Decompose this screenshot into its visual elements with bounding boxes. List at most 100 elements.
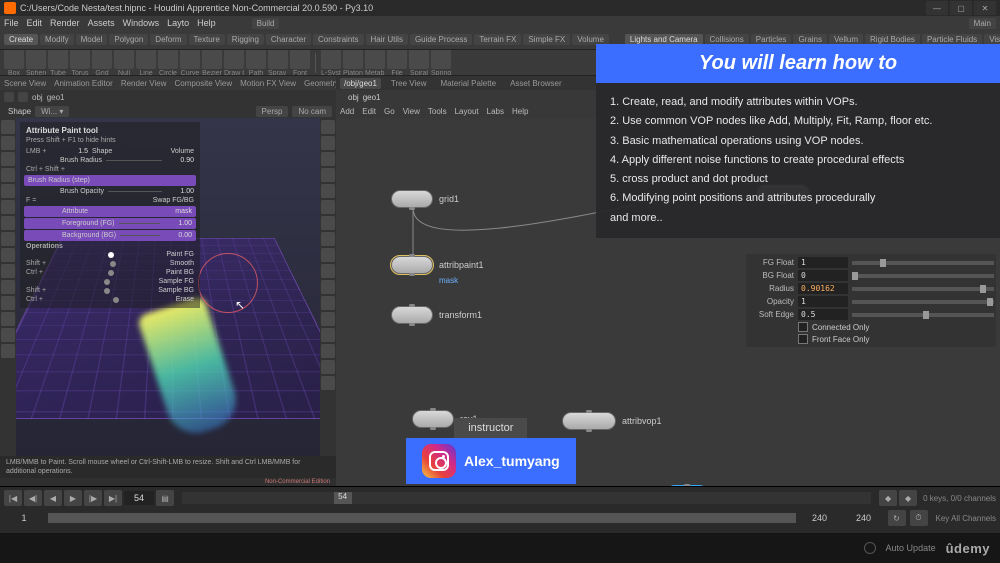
opacity-slider[interactable] — [852, 300, 994, 304]
scale-tool-icon[interactable] — [1, 168, 15, 182]
play-fwd-button[interactable]: ▶ — [64, 490, 82, 506]
pane-tab[interactable]: Render View — [121, 79, 167, 88]
nw-crumb[interactable]: obj — [348, 93, 359, 102]
timeline-track[interactable]: 54 — [182, 492, 871, 504]
tool-platonic-icon[interactable] — [343, 50, 363, 69]
nav-fwd-icon[interactable] — [18, 92, 28, 102]
pane-tab[interactable]: Motion FX View — [240, 79, 296, 88]
tool-lsystem-icon[interactable] — [321, 50, 341, 69]
network-tab[interactable]: Asset Browser — [506, 78, 566, 89]
select-tool-icon[interactable] — [1, 120, 15, 134]
vp-tool-icon[interactable] — [1, 296, 15, 310]
shelf-tab[interactable]: Constraints — [313, 34, 363, 45]
fg-float-slider[interactable] — [852, 261, 994, 265]
vp-tool-icon[interactable] — [1, 312, 15, 326]
auto-update-label[interactable]: Auto Update — [886, 543, 936, 553]
tool-tube-icon[interactable] — [48, 50, 68, 69]
softedge-field[interactable]: 0.5 — [798, 309, 848, 320]
display-option-icon[interactable] — [321, 184, 335, 198]
vp-dropdown[interactable]: Wi... ▾ — [35, 106, 69, 117]
tool-metaball-icon[interactable] — [365, 50, 385, 69]
range-slider[interactable] — [48, 513, 796, 523]
close-button[interactable]: ✕ — [974, 1, 996, 15]
persp-dropdown[interactable]: Persp — [256, 106, 289, 117]
bg-float-slider[interactable] — [852, 274, 994, 278]
display-option-icon[interactable] — [321, 328, 335, 342]
tool-spring-icon[interactable] — [431, 50, 451, 69]
shelf-tab[interactable]: Deform — [150, 34, 186, 45]
node-attribpaint1[interactable]: attribpaint1 mask — [391, 256, 484, 274]
realtime-icon[interactable]: ⏱ — [910, 510, 928, 526]
key-toggle-icon[interactable]: ◆ — [879, 490, 897, 506]
nw-menu[interactable]: Labs — [487, 107, 504, 116]
menu-edit[interactable]: Edit — [27, 18, 43, 28]
nw-menu[interactable]: Tools — [428, 107, 447, 116]
display-option-icon[interactable] — [321, 296, 335, 310]
tool-font-icon[interactable] — [290, 50, 310, 69]
display-option-icon[interactable] — [321, 344, 335, 358]
frame-picker-icon[interactable]: ▤ — [156, 490, 174, 506]
shelf-tab[interactable]: Texture — [189, 34, 225, 45]
crumb-obj[interactable]: obj — [32, 93, 43, 102]
display-option-icon[interactable] — [321, 200, 335, 214]
vp-tool-icon[interactable] — [1, 248, 15, 262]
network-tab[interactable]: Material Palette — [437, 78, 501, 89]
menu-help[interactable]: Help — [197, 18, 216, 28]
menu-layto[interactable]: Layto — [167, 18, 189, 28]
snap-icon[interactable] — [1, 184, 15, 198]
vp-tool-icon[interactable] — [1, 264, 15, 278]
tool-line-icon[interactable] — [136, 50, 156, 69]
pane-tab[interactable]: Scene View — [4, 79, 46, 88]
pane-tab[interactable]: Animation Editor — [54, 79, 113, 88]
radius-slider[interactable] — [852, 287, 994, 291]
tool-torus-icon[interactable] — [70, 50, 90, 69]
fg-float-field[interactable]: 1 — [798, 257, 848, 268]
brush-tool-icon[interactable] — [1, 200, 15, 214]
nw-menu[interactable]: Add — [340, 107, 354, 116]
front-face-checkbox[interactable] — [798, 334, 808, 344]
play-start-button[interactable]: |◀ — [4, 490, 22, 506]
current-frame-field[interactable]: 54 — [124, 491, 154, 505]
display-option-icon[interactable] — [321, 168, 335, 182]
range-start[interactable]: 1 — [4, 513, 44, 523]
nw-menu[interactable]: Go — [384, 107, 395, 116]
camera-dropdown[interactable]: No cam — [292, 106, 332, 117]
display-option-icon[interactable] — [321, 312, 335, 326]
shelf-tab[interactable]: Model — [76, 34, 108, 45]
shelf-tab[interactable]: Polygon — [109, 34, 148, 45]
network-tab[interactable]: /obj/geo1 — [340, 78, 381, 89]
tool-box-icon[interactable] — [4, 50, 24, 69]
node-transform1[interactable]: transform1 — [391, 306, 482, 324]
menu-render[interactable]: Render — [50, 18, 80, 28]
tool-sphere-icon[interactable] — [26, 50, 46, 69]
node-grid1[interactable]: grid1 — [391, 190, 459, 208]
vp-tool-icon[interactable] — [1, 328, 15, 342]
shelf-tab[interactable]: Terrain FX — [474, 34, 521, 45]
display-option-icon[interactable] — [321, 360, 335, 374]
move-tool-icon[interactable] — [1, 136, 15, 150]
key-all-label[interactable]: Key All Channels — [936, 514, 996, 523]
rotate-tool-icon[interactable] — [1, 152, 15, 166]
radius-field[interactable]: 0.90162 — [798, 283, 848, 294]
gear-icon[interactable] — [864, 542, 876, 554]
tool-null-icon[interactable] — [114, 50, 134, 69]
shelf-tab[interactable]: Create — [4, 34, 38, 45]
pane-tab[interactable]: Composite View — [174, 79, 232, 88]
menu-assets[interactable]: Assets — [88, 18, 115, 28]
range-end-2[interactable]: 240 — [844, 513, 884, 523]
bg-float-field[interactable]: 0 — [798, 270, 848, 281]
tool-file-icon[interactable] — [387, 50, 407, 69]
desktop-dropdown[interactable]: Build — [252, 18, 280, 29]
shelf-tab[interactable]: Character — [266, 34, 311, 45]
tool-grid-icon[interactable] — [92, 50, 112, 69]
display-option-icon[interactable] — [321, 280, 335, 294]
timeline-marker[interactable]: 54 — [334, 492, 352, 504]
key-set-icon[interactable]: ◆ — [899, 490, 917, 506]
opacity-field[interactable]: 1 — [798, 296, 848, 307]
tool-curve-icon[interactable] — [180, 50, 200, 69]
tool-drawcurve-icon[interactable] — [224, 50, 244, 69]
display-option-icon[interactable] — [321, 120, 335, 134]
step-back-button[interactable]: ◀| — [24, 490, 42, 506]
tool-circle-icon[interactable] — [158, 50, 178, 69]
range-end[interactable]: 240 — [800, 513, 840, 523]
